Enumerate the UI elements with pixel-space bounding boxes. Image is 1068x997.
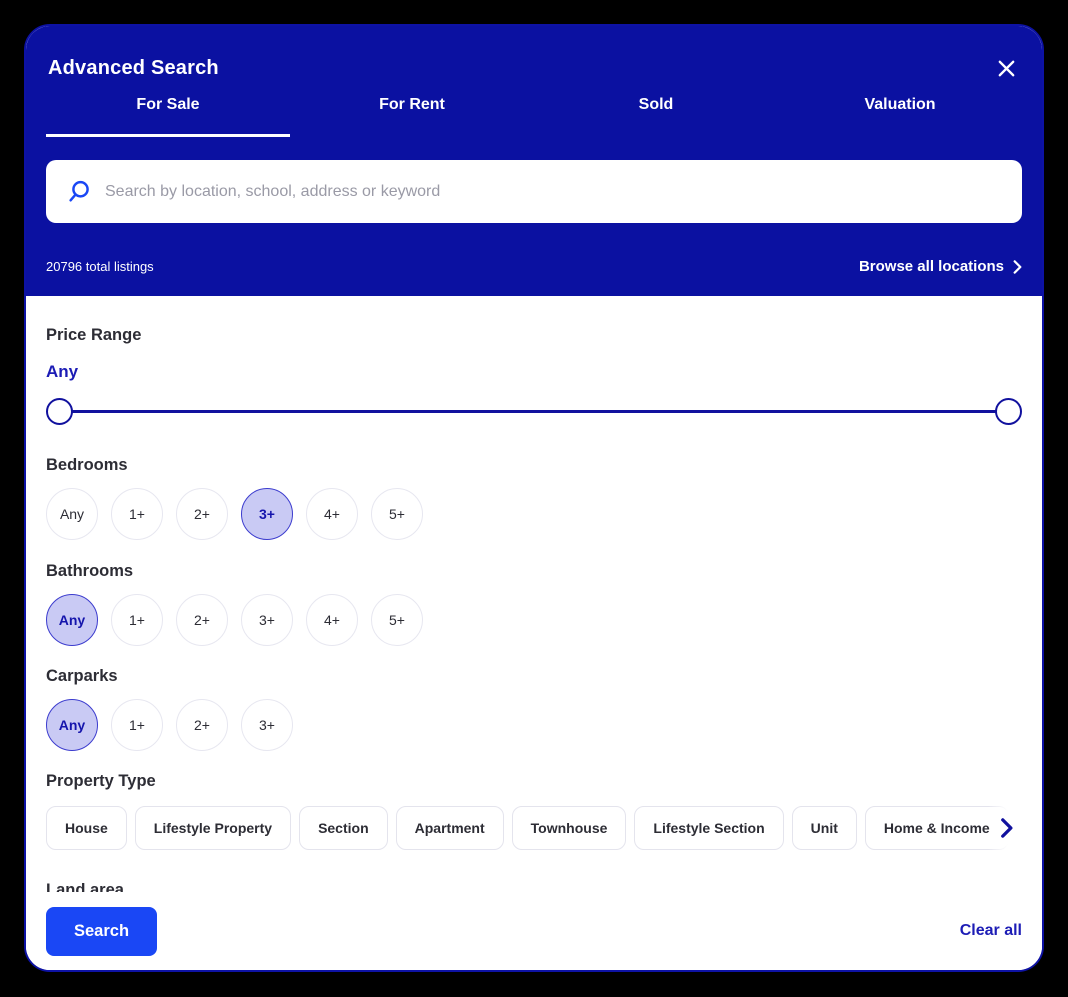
carparks-option-1plus[interactable]: 1+ [111,699,163,751]
bathrooms-option-3plus[interactable]: 3+ [241,594,293,646]
bedrooms-option-2plus[interactable]: 2+ [176,488,228,540]
bedrooms-label: Bedrooms [46,456,1022,475]
browse-all-locations-link[interactable]: Browse all locations [859,258,1022,275]
carparks-options: Any 1+ 2+ 3+ [46,699,1022,751]
property-type-apartment[interactable]: Apartment [396,806,504,850]
carparks-option-2plus[interactable]: 2+ [176,699,228,751]
tab-sold[interactable]: Sold [534,96,778,137]
price-range-value: Any [46,362,1022,382]
property-type-label: Property Type [46,772,1022,791]
price-range-label: Price Range [46,326,1022,345]
property-type-lifestyle-property[interactable]: Lifestyle Property [135,806,291,850]
chevron-right-icon [1013,260,1022,274]
price-range-slider [46,395,1022,427]
screen-background: Advanced Search For Sale For Rent Sold V… [0,0,1068,997]
bathrooms-options: Any 1+ 2+ 3+ 4+ 5+ [46,594,1022,646]
bedrooms-option-3plus[interactable]: 3+ [241,488,293,540]
bedrooms-option-1plus[interactable]: 1+ [111,488,163,540]
property-type-lifestyle-section[interactable]: Lifestyle Section [634,806,783,850]
advanced-search-modal: Advanced Search For Sale For Rent Sold V… [24,24,1044,972]
bathrooms-option-2plus[interactable]: 2+ [176,594,228,646]
modal-title: Advanced Search [48,57,219,80]
bathrooms-option-4plus[interactable]: 4+ [306,594,358,646]
bathrooms-label: Bathrooms [46,562,1022,581]
chevron-right-icon [1000,818,1013,838]
property-type-townhouse[interactable]: Townhouse [512,806,627,850]
property-type-unit[interactable]: Unit [792,806,857,850]
bathrooms-option-any[interactable]: Any [46,594,98,646]
location-search-box [46,160,1022,223]
tab-valuation[interactable]: Valuation [778,96,1022,137]
total-listings-count: 20796 total listings [46,259,154,274]
property-type-scroll-next[interactable] [988,806,1022,850]
bedrooms-options: Any 1+ 2+ 3+ 4+ 5+ [46,488,1022,540]
tab-for-rent[interactable]: For Rent [290,96,534,137]
bedrooms-option-any[interactable]: Any [46,488,98,540]
filters-body: Price Range Any Bedrooms Any 1+ 2+ 3+ 4+… [26,296,1042,970]
slider-handle-min[interactable] [46,398,73,425]
carparks-option-3plus[interactable]: 3+ [241,699,293,751]
search-input[interactable] [105,183,1004,201]
bedrooms-option-4plus[interactable]: 4+ [306,488,358,540]
property-type-section[interactable]: Section [299,806,388,850]
bathrooms-option-5plus[interactable]: 5+ [371,594,423,646]
property-type-options: House Lifestyle Property Section Apartme… [46,806,1022,850]
modal-footer: Search Clear all [26,892,1042,970]
slider-handle-max[interactable] [995,398,1022,425]
slider-track [59,410,1009,413]
search-icon [67,178,94,205]
carparks-label: Carparks [46,667,1022,686]
property-type-house[interactable]: House [46,806,127,850]
carparks-option-any[interactable]: Any [46,699,98,751]
tab-for-sale[interactable]: For Sale [46,96,290,137]
close-icon[interactable] [994,56,1018,80]
clear-all-link[interactable]: Clear all [960,922,1022,940]
modal-header: Advanced Search For Sale For Rent Sold V… [26,26,1042,296]
search-type-tabs: For Sale For Rent Sold Valuation [46,96,1022,137]
bathrooms-option-1plus[interactable]: 1+ [111,594,163,646]
search-button[interactable]: Search [46,907,157,956]
bedrooms-option-5plus[interactable]: 5+ [371,488,423,540]
